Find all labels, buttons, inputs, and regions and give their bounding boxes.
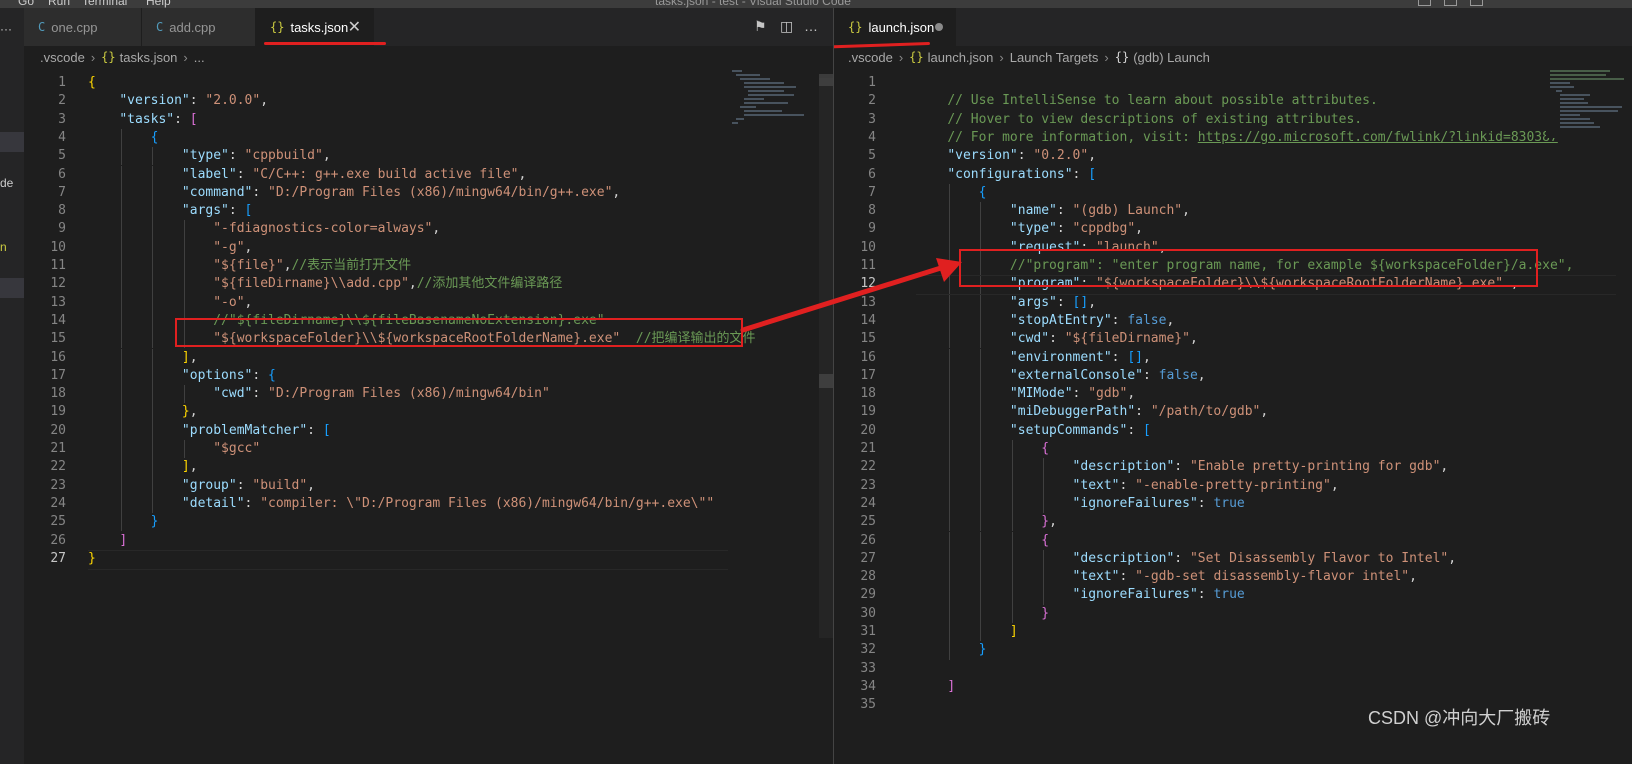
annotation-arrow <box>740 258 962 333</box>
watermark: CSDN @冲向大厂搬砖 <box>1368 708 1551 728</box>
